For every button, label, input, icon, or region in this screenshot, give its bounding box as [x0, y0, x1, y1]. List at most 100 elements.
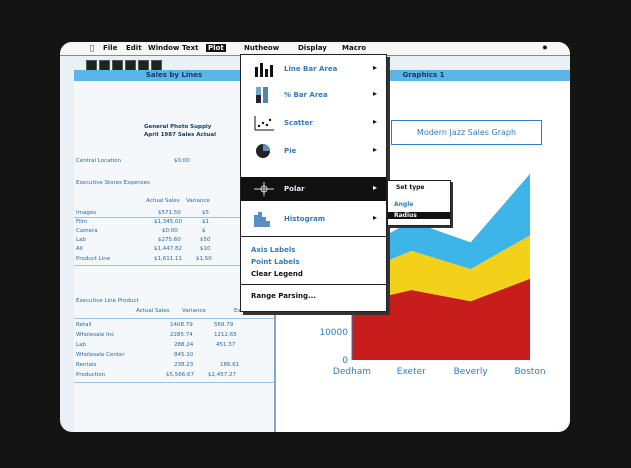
percent-bar-icon: [256, 87, 268, 103]
line-bar-area-icon: [255, 63, 273, 77]
cell[interactable]: $1,50: [196, 256, 212, 262]
row-label: All: [76, 246, 83, 252]
toolbar: [86, 56, 216, 71]
scatter-icon: [254, 116, 274, 131]
submenu-option-radius[interactable]: Radius: [388, 212, 450, 219]
cell[interactable]: $0.00: [174, 158, 190, 164]
submenu-arrow-icon: ▸: [373, 63, 378, 72]
row-label: Images: [76, 210, 97, 216]
submenu-title: Set type: [396, 184, 425, 191]
menu-item-label: Histogram: [284, 215, 326, 223]
menu-item-line-bar-area[interactable]: Line Bar Area ▸: [241, 57, 386, 81]
cell[interactable]: 238.23: [174, 362, 193, 368]
menu-plot[interactable]: Plot: [206, 44, 226, 52]
section-title: Executive Line Product: [76, 298, 139, 304]
cell[interactable]: 2285.74: [170, 332, 193, 338]
cell[interactable]: 186.61: [220, 362, 239, 368]
menu-item-percent-bar-area[interactable]: % Bar Area ▸: [241, 83, 386, 107]
bug-icon: ✹: [542, 44, 548, 52]
submenu-option-angle[interactable]: Angle: [394, 201, 413, 208]
x-tick-label-1: Exeter: [397, 367, 426, 377]
cell[interactable]: 569.79: [214, 322, 233, 328]
menu-item-label: Line Bar Area: [284, 65, 338, 73]
cell[interactable]: 1408.79: [170, 322, 193, 328]
row-label: Lab: [76, 342, 86, 348]
row-label: Retail: [76, 322, 92, 328]
menu-item-clear-legend[interactable]: Clear Legend: [251, 270, 303, 278]
menu-item-range-parsing[interactable]: Range Parsing...: [251, 292, 316, 300]
col-header: Actual Sales: [146, 198, 180, 204]
row-label: Central Location: [76, 158, 122, 164]
plot-menu: Line Bar Area ▸ % Bar Area ▸ Scatter ▸ P…: [240, 54, 387, 312]
menu-item-point-labels[interactable]: Point Labels: [251, 258, 300, 266]
row-label: Product Line: [76, 256, 111, 262]
menu-divider: [241, 284, 386, 285]
menu-item-polar[interactable]: Polar ▸: [241, 177, 386, 201]
y-tick-label-1: 10000: [319, 328, 348, 338]
cell[interactable]: $275.60: [158, 237, 181, 243]
menu-file[interactable]: File: [103, 44, 117, 52]
row-label: Wholesale Inc: [76, 332, 115, 338]
apple-icon[interactable]: : [90, 44, 94, 52]
cell[interactable]: $: [202, 228, 206, 234]
chart-title[interactable]: Modern Jazz Sales Graph: [391, 120, 542, 145]
submenu-arrow-icon: ▸: [373, 213, 378, 222]
row-label: Lab: [76, 237, 86, 243]
menu-item-axis-labels[interactable]: Axis Labels: [251, 246, 295, 254]
cell[interactable]: $1,447.82: [154, 246, 182, 252]
monitor-bezel:  File Edit Window Text Plot Nutheow Dis…: [0, 0, 631, 468]
y-tick-label-0: 0: [342, 356, 348, 366]
menu-item-scatter[interactable]: Scatter ▸: [241, 111, 386, 135]
menu-item-label: Pie: [284, 147, 297, 155]
submenu-arrow-icon: ▸: [373, 117, 378, 126]
cell[interactable]: 1212.65: [214, 332, 237, 338]
cell[interactable]: $1: [202, 219, 209, 225]
menu-window[interactable]: Window: [148, 44, 179, 52]
menu-item-histogram[interactable]: Histogram ▸: [241, 207, 386, 231]
cell[interactable]: $5,566.67: [166, 372, 194, 378]
polar-submenu: Set type Angle Radius: [387, 180, 451, 226]
col-header: Variance: [186, 198, 210, 204]
row-label: Film: [76, 219, 88, 225]
submenu-arrow-icon: ▸: [373, 89, 378, 98]
x-tick-label-3: Boston: [514, 367, 545, 377]
menu-divider: [241, 236, 386, 237]
row-label: Rentals: [76, 362, 97, 368]
menu-nutheow[interactable]: Nutheow: [244, 44, 279, 52]
cell[interactable]: $1,345.00: [154, 219, 182, 225]
cell[interactable]: 288.24: [174, 342, 193, 348]
screen:  File Edit Window Text Plot Nutheow Dis…: [60, 42, 570, 432]
menu-item-label: Scatter: [284, 119, 313, 127]
sheet-header-2: April 1987 Sales Actual: [144, 132, 216, 138]
pie-icon: [256, 144, 270, 158]
col-header: Variance: [182, 308, 206, 314]
grid-line: [74, 382, 274, 383]
cell[interactable]: $50: [200, 237, 211, 243]
cell[interactable]: $10: [200, 246, 211, 252]
menu-item-label: % Bar Area: [284, 91, 328, 99]
menu-item-pie[interactable]: Pie ▸: [241, 139, 386, 163]
menu-display[interactable]: Display: [298, 44, 327, 52]
submenu-arrow-icon: ▸: [373, 183, 378, 192]
col-header: Actual Sales: [136, 308, 170, 314]
row-label: Production: [76, 372, 106, 378]
menu-item-label: Polar: [284, 185, 305, 193]
cell[interactable]: $0.00: [162, 228, 178, 234]
sheet-header-1: General Photo Supply: [144, 124, 212, 130]
polar-icon: [254, 182, 274, 196]
menu-text[interactable]: Text: [182, 44, 198, 52]
menu-edit[interactable]: Edit: [126, 44, 142, 52]
row-label: Wholesale Center: [76, 352, 125, 358]
submenu-arrow-icon: ▸: [373, 145, 378, 154]
row-label: Executive Stores Expenses: [76, 180, 150, 186]
cell[interactable]: $5: [202, 210, 209, 216]
cell[interactable]: 451.37: [216, 342, 235, 348]
cell[interactable]: 845.10: [174, 352, 193, 358]
x-tick-label-2: Beverly: [454, 367, 489, 377]
cell[interactable]: $2,457.27: [208, 372, 236, 378]
cell[interactable]: $1,611.11: [154, 256, 182, 262]
menu-macro[interactable]: Macro: [342, 44, 366, 52]
x-tick-label-0: Dedham: [333, 367, 371, 377]
grid-line: [74, 318, 274, 319]
cell[interactable]: $571.50: [158, 210, 181, 216]
